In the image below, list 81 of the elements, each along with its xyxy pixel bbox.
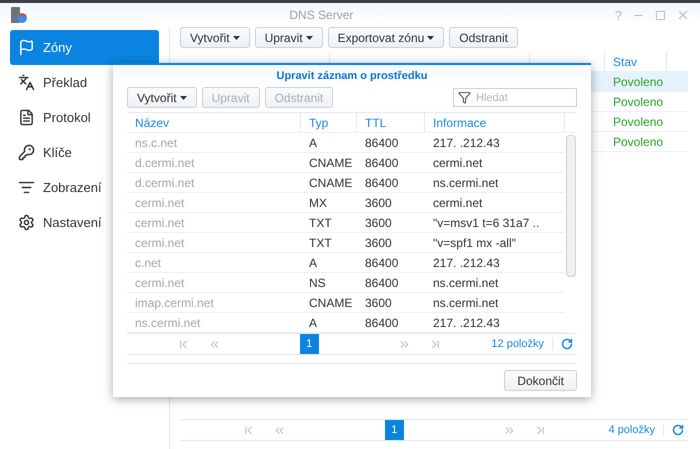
toolbar-button[interactable]: Vytvořit (127, 87, 197, 108)
refresh-icon[interactable] (561, 338, 573, 350)
column-header[interactable]: Typ (301, 113, 357, 132)
toolbar-button[interactable]: Exportovat zónu (328, 27, 444, 48)
maximize-icon[interactable] (655, 10, 666, 20)
key-icon (18, 144, 35, 161)
table-cell-text: 217. .212.43 (432, 316, 501, 330)
table-cell-text: CNAME (308, 296, 354, 310)
table-cell-text: ns.cermi.net (134, 316, 202, 330)
table-cell-text: cermi.net (134, 196, 186, 210)
table-cell-text: 217. .212.43 (432, 136, 501, 150)
filter-icon (18, 179, 35, 196)
page-number[interactable]: 1 (300, 334, 319, 354)
item-count: 4 položky (608, 424, 664, 436)
table-cell-text: 86400 (364, 256, 400, 270)
sidebar-label: Protokol (43, 110, 91, 125)
table-cell-text: ns.cermi.net (432, 176, 500, 190)
table-cell-text: cermi.net (432, 196, 484, 210)
table-cell-text: cermi.net (432, 156, 484, 170)
table-cell-text: 3600 (364, 196, 393, 210)
sidebar-label: Zóny (43, 40, 72, 55)
sidebar-item[interactable]: Zóny (10, 30, 159, 65)
toolbar-button[interactable]: Vytvořit (180, 27, 250, 48)
table-cell-text: 217. .212.43 (432, 256, 501, 270)
window-title: DNS Server (288, 8, 354, 22)
table-cell-text: 86400 (364, 276, 400, 290)
table-cell-text: "v=msv1 t=6 31a7 .. (432, 216, 540, 230)
toolbar-button[interactable]: Odstranit (449, 27, 518, 48)
table-cell-text: TXT (308, 216, 333, 230)
table-cell-text: imap.cermi.net (134, 296, 215, 310)
table-cell-text: ns.c.net (134, 136, 178, 150)
sidebar-label: Zobrazení (43, 180, 102, 195)
table-cell-text: d.cermi.net (134, 156, 196, 170)
settings-icon (18, 214, 35, 231)
sidebar-label: Klíče (43, 145, 72, 160)
table-cell-text: cermi.net (134, 216, 186, 230)
table-cell-text: 86400 (364, 176, 400, 190)
table-cell-text: A (308, 256, 318, 270)
table-cell-text: 3600 (364, 216, 393, 230)
status-cell-text: Povoleno (612, 134, 664, 148)
server-icon (10, 6, 28, 24)
sidebar-label: Překlad (43, 75, 88, 90)
table-cell-text: 3600 (364, 236, 393, 250)
status-cell-text: Povoleno (612, 94, 664, 108)
toolbar-button[interactable]: Upravit (254, 27, 323, 48)
refresh-icon[interactable] (672, 424, 684, 436)
document-icon (18, 109, 35, 126)
column-header[interactable]: TTL (357, 113, 425, 132)
table-cell-text: ns.cermi.net (432, 296, 500, 310)
table-cell-text: cermi.net (134, 236, 186, 250)
table-cell-text: A (308, 136, 318, 150)
table-cell-text: 3600 (364, 296, 393, 310)
status-cell-text: Povoleno (612, 74, 664, 88)
column-header[interactable]: Stav (605, 52, 667, 71)
column-header[interactable]: Informace (425, 113, 565, 132)
table-cell-text: A (308, 316, 318, 330)
table-cell-text: "v=spf1 mx -all" (432, 236, 517, 250)
status-cell-text: Povoleno (612, 114, 664, 128)
scrollbar[interactable] (566, 135, 576, 277)
table-cell-text: cermi.net (134, 276, 186, 290)
item-count: 12 položky (491, 338, 553, 350)
sidebar-label: Nastavení (43, 215, 102, 230)
translate-icon (18, 74, 35, 91)
finish-button[interactable]: Dokončit (504, 370, 577, 391)
table-cell-text: TXT (308, 236, 333, 250)
table-cell-text: CNAME (308, 156, 354, 170)
table-cell-text: NS (308, 276, 327, 290)
table-cell-text: 86400 (364, 136, 400, 150)
close-icon[interactable] (676, 8, 690, 22)
dialog-title: Upravit záznam o prostředku (113, 65, 591, 87)
column-header[interactable]: Název (127, 113, 301, 132)
table-cell-text: c.net (134, 256, 162, 270)
flag-icon (18, 39, 35, 56)
table-cell-text: CNAME (308, 176, 354, 190)
table-cell-text: 86400 (364, 156, 400, 170)
table-cell-text: MX (308, 196, 328, 210)
table-cell-text: ns.cermi.net (432, 276, 500, 290)
search-field[interactable]: Hledat (453, 88, 577, 107)
table-cell-text: 86400 (364, 316, 400, 330)
page-number[interactable]: 1 (384, 420, 404, 440)
table-cell-text: d.cermi.net (134, 176, 196, 190)
